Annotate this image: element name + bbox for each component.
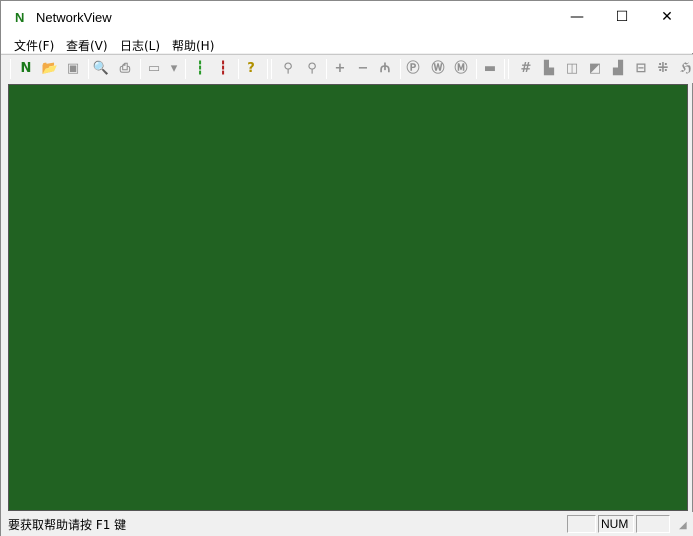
toolbar-separator	[238, 59, 239, 79]
book-icon[interactable]: ◫	[563, 60, 581, 78]
status-pane-scroll	[636, 515, 670, 533]
menu-help[interactable]: 帮助(H)	[172, 37, 214, 54]
print-preview-icon[interactable]: 🔍	[92, 60, 110, 78]
toolbar-separator	[267, 59, 268, 79]
new-icon[interactable]: N	[17, 60, 35, 78]
network-map-canvas[interactable]	[8, 84, 688, 511]
remove-icon[interactable]: −	[354, 60, 372, 78]
resize-grip[interactable]: ◢	[679, 520, 687, 531]
find-w-icon[interactable]: Ⓦ	[429, 60, 447, 78]
menu-log[interactable]: 日志(L)	[120, 37, 160, 54]
open-icon[interactable]: 📂	[41, 60, 59, 78]
status-text: 要获取帮助请按 F1 键	[8, 518, 127, 532]
maximize-button[interactable]: ☐	[599, 1, 645, 34]
toolbar-separator	[508, 59, 509, 79]
menu-bar: 文件(F) 查看(V) 日志(L) 帮助(H)	[1, 34, 693, 53]
ip-address-icon[interactable]: #	[517, 60, 535, 78]
find-p-icon[interactable]: Ⓟ	[404, 60, 422, 78]
title-bar: N NetworkView — ☐ ✕	[1, 1, 693, 34]
toolbar-separator	[185, 59, 186, 79]
binoculars-icon[interactable]: ₼	[376, 60, 394, 78]
network-icon[interactable]: ⁜	[654, 60, 672, 78]
app-icon: N	[15, 10, 25, 25]
window-icon[interactable]: ▭	[145, 60, 163, 78]
disconnect-icon[interactable]: ┇	[214, 60, 232, 78]
menu-view[interactable]: 查看(V)	[66, 37, 108, 54]
add-icon[interactable]: +	[331, 60, 349, 78]
status-pane-caps	[567, 515, 596, 533]
more-icon[interactable]: ℌ	[677, 60, 693, 78]
factory-icon[interactable]: ▟	[609, 60, 627, 78]
help-icon[interactable]: ?	[242, 60, 260, 78]
dropdown-icon[interactable]: ▾	[165, 60, 183, 78]
status-bar: 要获取帮助请按 F1 键 NUM ◢	[1, 512, 693, 536]
toolbar-separator	[400, 59, 401, 79]
toolbar-separator	[271, 59, 272, 79]
toolbar-separator	[88, 59, 89, 79]
toolbar-separator	[504, 59, 505, 79]
find-m-icon[interactable]: Ⓜ	[452, 60, 470, 78]
toolbar: N 📂 ▣ 🔍 ⎙ ▭ ▾ ┇ ┇? ⚲ ⚲ + − ₼ Ⓟ Ⓦ Ⓜ ▬ # ▙ ◫ ◩ ▟ ⊟ ⁜ ℌ	[1, 54, 693, 83]
close-button[interactable]: ✕	[644, 1, 690, 34]
menu-file[interactable]: 文件(F)	[14, 37, 54, 54]
zoom-all-icon[interactable]: ⚲	[303, 60, 321, 78]
zoom-in-icon[interactable]: ⚲	[279, 60, 297, 78]
computer-icon[interactable]: ⊟	[632, 60, 650, 78]
toolbar-separator	[476, 59, 477, 79]
bed-icon[interactable]: ▙	[540, 60, 558, 78]
netbios-icon[interactable]: ◩	[586, 60, 604, 78]
toolbar-grip	[10, 59, 11, 79]
toolbar-separator	[326, 59, 327, 79]
save-icon[interactable]: ▣	[64, 60, 82, 78]
print-icon[interactable]: ⎙	[116, 60, 134, 78]
toolbar-separator	[140, 59, 141, 79]
status-pane-num: NUM	[598, 515, 634, 533]
connect-icon[interactable]: ┇	[191, 60, 209, 78]
window-title: NetworkView	[36, 10, 112, 25]
monitor-icon[interactable]: ▬	[481, 60, 499, 78]
minimize-button[interactable]: —	[554, 1, 600, 34]
